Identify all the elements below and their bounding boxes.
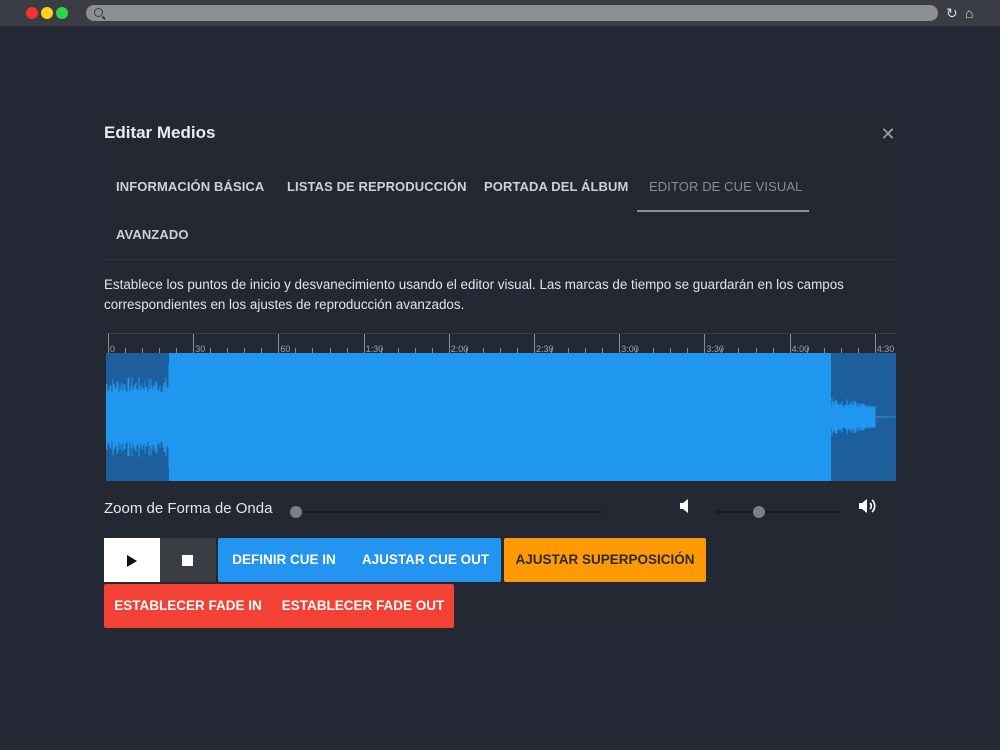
set-fade-out-button[interactable]: Establecer Fade Out <box>272 584 454 628</box>
timeline-major-tick <box>363 334 365 353</box>
search-icon <box>94 8 103 17</box>
zoom-slider-knob[interactable] <box>290 506 302 518</box>
volume-slider-knob[interactable] <box>752 506 765 518</box>
play-button[interactable] <box>104 538 160 582</box>
waveform-graph <box>106 355 896 479</box>
dialog-title: Editar Medios <box>104 123 216 142</box>
zoom-label: Zoom de Forma de Onda <box>104 500 273 517</box>
timeline-major-tick <box>278 334 280 353</box>
minimize-window-button[interactable] <box>41 7 53 19</box>
cue-button-group: Definir Cue In Ajustar Cue Out <box>218 538 501 582</box>
timeline-ruler[interactable]: 0 30 60 1:30 2:00 2:30 3:00 3:30 4:00 4:30 <box>106 333 896 354</box>
browser-chrome: ↻ ⌂ <box>0 0 1000 26</box>
volume-high-icon[interactable] <box>858 498 878 519</box>
timeline-major-tick <box>448 334 450 353</box>
close-window-button[interactable] <box>26 7 38 19</box>
zoom-slider[interactable] <box>296 511 602 513</box>
stop-button[interactable] <box>160 538 216 582</box>
timeline-major-tick <box>534 334 535 353</box>
timeline-major-tick <box>704 334 706 353</box>
home-icon[interactable]: ⌂ <box>965 4 973 22</box>
address-bar[interactable] <box>86 5 938 21</box>
set-overlap-button[interactable]: Ajustar Superposición <box>504 538 706 582</box>
set-fade-in-button[interactable]: Establecer Fade In <box>104 584 272 628</box>
timeline-major-tick <box>619 334 621 353</box>
fade-button-group: Establecer Fade In Establecer Fade Out <box>104 584 454 628</box>
volume-low-icon[interactable] <box>679 498 693 519</box>
tab-album-art[interactable]: Portada del Álbum <box>472 164 640 212</box>
timeline-major-tick <box>108 334 109 353</box>
timeline-major-tick <box>874 334 876 353</box>
edit-media-dialog: Editar Medios ✕ Información Básica Lista… <box>100 114 902 632</box>
play-icon <box>127 555 137 567</box>
tab-basic-info[interactable]: Información Básica <box>104 164 276 212</box>
set-cue-out-button[interactable]: Ajustar Cue Out <box>350 538 501 582</box>
maximize-window-button[interactable] <box>56 7 68 19</box>
set-cue-in-button[interactable]: Definir Cue In <box>218 538 350 582</box>
tab-bar: Información Básica Listas de Reproducció… <box>104 164 898 260</box>
editor-description: Establece los puntos de inicio y desvane… <box>104 277 844 312</box>
reload-icon[interactable]: ↻ <box>946 4 958 22</box>
window-controls <box>26 7 68 19</box>
stop-icon <box>182 555 193 566</box>
volume-slider[interactable] <box>716 511 838 513</box>
tab-playlists[interactable]: Listas de Reproducción <box>275 164 479 212</box>
tab-advanced[interactable]: Avanzado <box>104 212 201 260</box>
close-icon[interactable]: ✕ <box>880 125 896 143</box>
timeline-major-tick <box>789 334 791 353</box>
tab-visual-cue-editor[interactable]: Editor de Cue Visual <box>637 164 809 212</box>
waveform[interactable] <box>106 353 896 481</box>
timeline-major-tick <box>193 334 195 353</box>
waveform-bars <box>106 355 896 479</box>
